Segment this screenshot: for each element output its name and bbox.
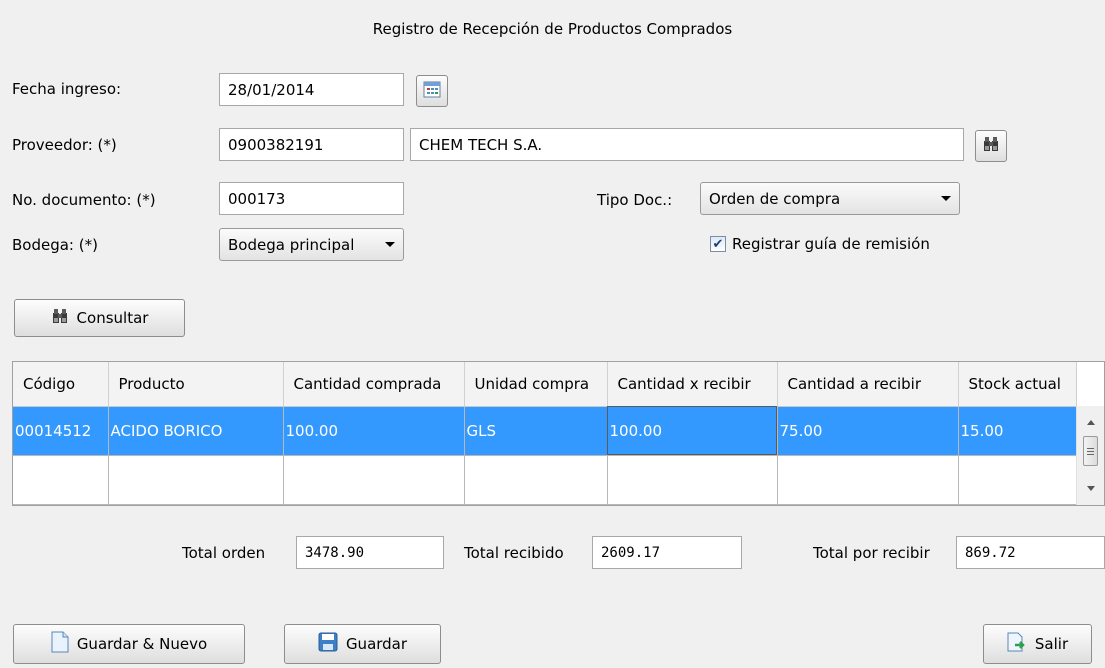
total-orden-label: Total orden xyxy=(182,544,266,562)
table-row[interactable] xyxy=(13,455,1077,505)
grid-header-row: Código Producto Cantidad comprada Unidad… xyxy=(13,362,1077,407)
scroll-up-icon[interactable] xyxy=(1087,420,1095,425)
bodega-label: Bodega: (*) xyxy=(12,236,98,254)
form-title: Registro de Recepción de Productos Compr… xyxy=(372,20,733,38)
total-por-recibir-label: Total por recibir xyxy=(813,544,930,562)
guardar-nuevo-button[interactable]: Guardar & Nuevo xyxy=(13,624,245,664)
table-cell[interactable] xyxy=(283,455,465,505)
calendar-icon xyxy=(423,80,441,102)
table-cell[interactable]: 00014512 xyxy=(13,406,109,456)
table-cell[interactable]: ACIDO BORICO xyxy=(108,406,284,456)
products-grid[interactable]: Código Producto Cantidad comprada Unidad… xyxy=(12,361,1105,506)
floppy-disk-icon xyxy=(318,632,338,656)
table-cell[interactable]: 100.00 xyxy=(607,406,778,456)
total-recibido-field[interactable]: 2609.17 xyxy=(592,536,742,569)
col-header-cantidad-x-recibir[interactable]: Cantidad x recibir xyxy=(607,362,778,407)
col-header-stock-actual[interactable]: Stock actual xyxy=(958,362,1077,407)
salir-button[interactable]: Salir xyxy=(983,624,1092,664)
calendar-button[interactable] xyxy=(416,75,448,107)
col-header-producto[interactable]: Producto xyxy=(108,362,284,407)
documento-label: No. documento: (*) xyxy=(12,191,156,209)
col-header-cantidad-a-recibir[interactable]: Cantidad a recibir xyxy=(777,362,959,407)
col-header-cantidad-comprada[interactable]: Cantidad comprada xyxy=(283,362,465,407)
guardar-nuevo-label: Guardar & Nuevo xyxy=(76,635,208,653)
guia-label: Registrar guía de remisión xyxy=(732,235,930,253)
fecha-input[interactable]: 28/01/2014 xyxy=(219,73,404,106)
salir-label: Salir xyxy=(1034,635,1069,653)
guardar-label: Guardar xyxy=(345,635,408,653)
binoculars-icon xyxy=(982,136,1000,156)
total-orden-field[interactable]: 3478.90 xyxy=(296,536,444,569)
documento-input[interactable]: 000173 xyxy=(219,182,404,215)
table-cell[interactable]: 100.00 xyxy=(283,406,465,456)
binoculars-icon xyxy=(51,308,69,328)
exit-icon xyxy=(1007,632,1027,656)
table-cell[interactable] xyxy=(777,455,959,505)
bodega-select[interactable]: Bodega principal xyxy=(219,228,404,261)
proveedor-code-input[interactable]: 0900382191 xyxy=(219,128,404,161)
fecha-label: Fecha ingreso: xyxy=(12,80,122,98)
consultar-label: Consultar xyxy=(76,309,149,327)
scroll-down-icon[interactable] xyxy=(1087,486,1095,491)
total-por-recibir-field[interactable]: 869.72 xyxy=(956,536,1105,569)
dropdown-arrow-icon xyxy=(385,242,395,247)
table-cell[interactable] xyxy=(108,455,284,505)
consultar-button[interactable]: Consultar xyxy=(14,299,185,337)
table-row[interactable]: 00014512 ACIDO BORICO 100.00 GLS 100.00 … xyxy=(13,406,1077,456)
scroll-thumb[interactable] xyxy=(1083,436,1098,466)
products-table: Código Producto Cantidad comprada Unidad… xyxy=(13,362,1077,505)
tipodoc-value: Orden de compra xyxy=(709,189,841,208)
col-header-unidad-compra[interactable]: Unidad compra xyxy=(464,362,608,407)
tipodoc-select[interactable]: Orden de compra xyxy=(700,182,960,215)
grid-vertical-scrollbar[interactable] xyxy=(1076,406,1104,505)
search-proveedor-button[interactable] xyxy=(975,130,1007,162)
table-cell[interactable]: GLS xyxy=(464,406,608,456)
bodega-value: Bodega principal xyxy=(228,235,355,254)
dropdown-arrow-icon xyxy=(941,196,951,201)
grip-icon xyxy=(1087,447,1094,455)
tipodoc-label: Tipo Doc.: xyxy=(597,191,673,209)
checkbox-check-icon: ✔ xyxy=(710,236,726,252)
guardar-button[interactable]: Guardar xyxy=(284,624,441,664)
col-header-codigo[interactable]: Código xyxy=(13,362,109,407)
table-cell[interactable] xyxy=(464,455,608,505)
table-cell[interactable]: 15.00 xyxy=(958,406,1077,456)
proveedor-label: Proveedor: (*) xyxy=(12,136,117,154)
table-cell[interactable] xyxy=(607,455,778,505)
document-icon xyxy=(51,631,69,657)
table-cell[interactable]: 75.00 xyxy=(777,406,959,456)
table-cell[interactable] xyxy=(13,455,109,505)
guia-checkbox[interactable]: ✔ Registrar guía de remisión xyxy=(710,235,930,253)
proveedor-name-input[interactable]: CHEM TECH S.A. xyxy=(410,128,964,161)
total-recibido-label: Total recibido xyxy=(464,544,564,562)
table-cell[interactable] xyxy=(958,455,1077,505)
